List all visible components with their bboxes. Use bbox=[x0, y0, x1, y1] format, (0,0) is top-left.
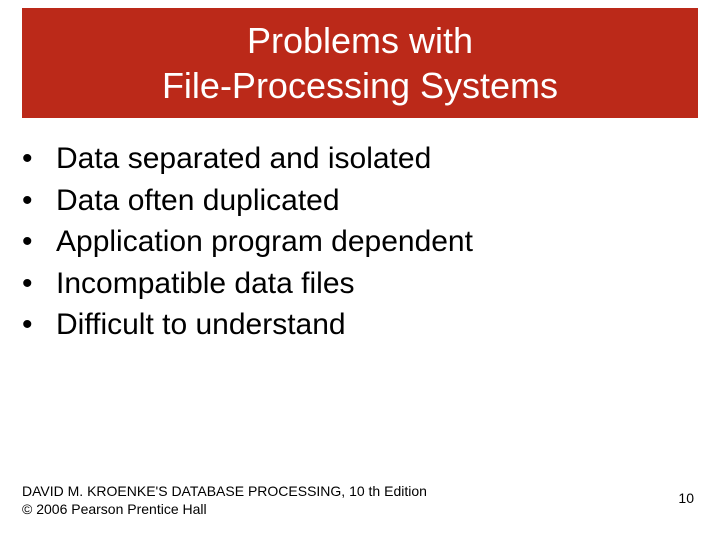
bullet-list: • Data separated and isolated • Data oft… bbox=[22, 140, 682, 348]
list-item: • Difficult to understand bbox=[22, 306, 682, 344]
bullet-icon: • bbox=[22, 225, 56, 259]
bullet-text: Data often duplicated bbox=[56, 182, 340, 220]
footer-line-2: © 2006 Pearson Prentice Hall bbox=[22, 501, 207, 517]
footer-line-1: DAVID M. KROENKE'S DATABASE PROCESSING, … bbox=[22, 483, 427, 499]
slide: Problems with File-Processing Systems • … bbox=[0, 0, 720, 540]
bullet-icon: • bbox=[22, 308, 56, 342]
bullet-text: Data separated and isolated bbox=[56, 140, 431, 178]
bullet-icon: • bbox=[22, 184, 56, 218]
list-item: • Application program dependent bbox=[22, 223, 682, 261]
bullet-text: Application program dependent bbox=[56, 223, 473, 261]
footer-text: DAVID M. KROENKE'S DATABASE PROCESSING, … bbox=[22, 482, 427, 518]
page-number: 10 bbox=[678, 490, 694, 506]
title-box: Problems with File-Processing Systems bbox=[22, 8, 698, 118]
title-line-2: File-Processing Systems bbox=[162, 65, 558, 106]
list-item: • Data separated and isolated bbox=[22, 140, 682, 178]
bullet-icon: • bbox=[22, 267, 56, 301]
bullet-text: Incompatible data files bbox=[56, 265, 355, 303]
title-line-1: Problems with bbox=[247, 20, 473, 61]
list-item: • Data often duplicated bbox=[22, 182, 682, 220]
bullet-text: Difficult to understand bbox=[56, 306, 346, 344]
slide-title: Problems with File-Processing Systems bbox=[162, 18, 558, 108]
bullet-icon: • bbox=[22, 142, 56, 176]
list-item: • Incompatible data files bbox=[22, 265, 682, 303]
